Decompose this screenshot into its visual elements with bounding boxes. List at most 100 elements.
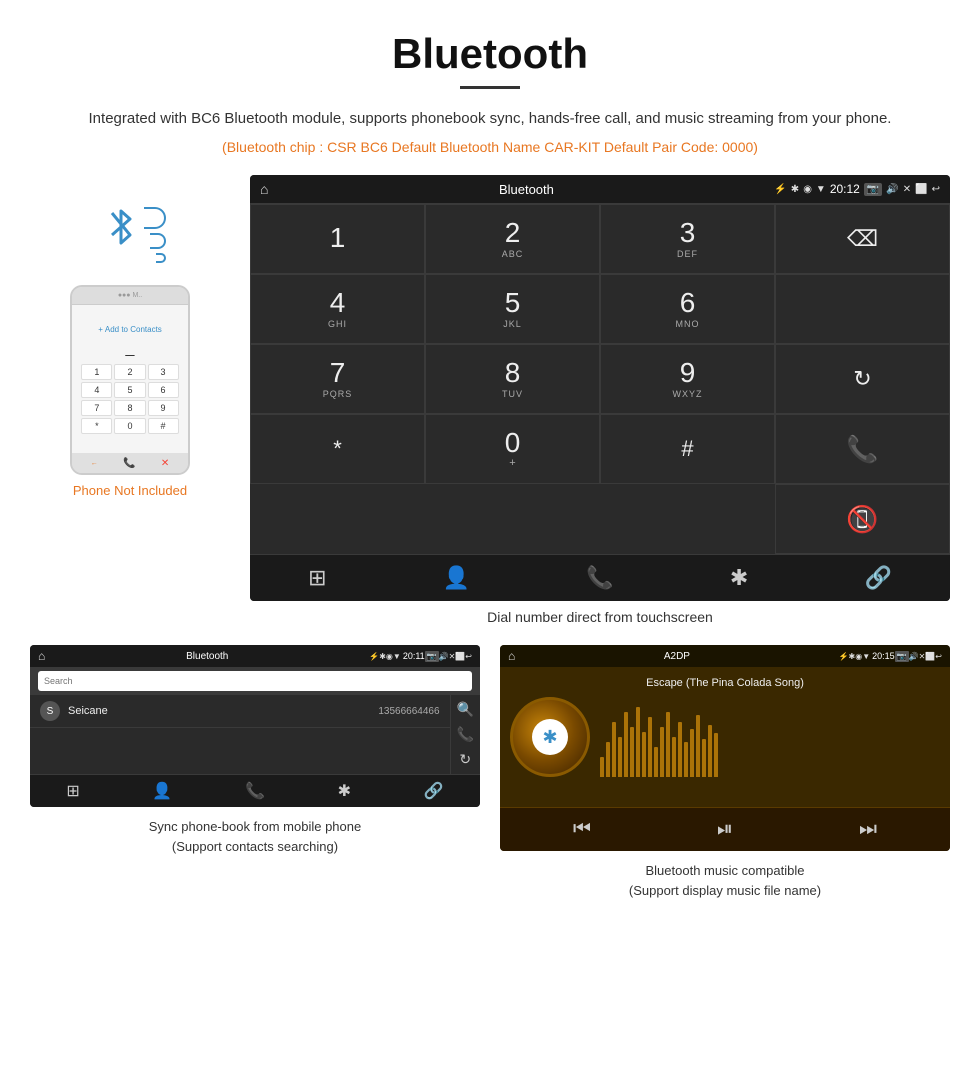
home-icon[interactable]: ⌂ (260, 181, 268, 197)
phone-bottom-bar: ← 📞 ✕ (72, 453, 188, 473)
music-status-bar: ⌂ A2DP ⚡ ✱ ◉ ▼ 20:15 📷 🔊 ✕ ⬜ ↩ (500, 645, 950, 667)
eq-bar (690, 729, 694, 777)
dial-key-2[interactable]: 2 ABC (425, 204, 600, 274)
pb-nav-link-icon[interactable]: 🔗 (424, 781, 444, 801)
pb-refresh-action-icon[interactable]: ↻ (459, 751, 471, 768)
pb-vol-icon[interactable]: 🔊 (439, 652, 449, 661)
phonebook-status-bar: ⌂ Bluetooth ⚡ ✱ ◉ ▼ 20:11 📷 🔊 ✕ ⬜ ↩ (30, 645, 480, 667)
eq-bar (648, 717, 652, 777)
pb-nav-person-icon[interactable]: 👤 (152, 781, 172, 801)
phone-not-included-label: Phone Not Included (73, 483, 187, 498)
dial-num-4: 4 (330, 289, 346, 317)
phone-section: ●●● M.. + Add to Contacts _ 1 2 3 4 5 6 … (30, 175, 230, 498)
dial-key-refresh[interactable]: ↻ (775, 344, 950, 414)
close-icon[interactable]: ✕ (903, 184, 911, 195)
phone-keypad: 1 2 3 4 5 6 7 8 9 * 0 # (81, 364, 178, 434)
music-play-pause-button[interactable]: ⏯ (717, 818, 733, 841)
usb-icon: ⚡ (774, 184, 786, 195)
nav-person-icon[interactable]: 👤 (443, 565, 470, 591)
dial-key-star[interactable]: * (250, 414, 425, 484)
phonebook-side-actions: 🔍 📞 ↻ (450, 695, 480, 774)
dial-key-endcall[interactable]: 📵 (775, 484, 950, 554)
pb-home-icon[interactable]: ⌂ (38, 649, 45, 663)
volume-icon[interactable]: 🔊 (886, 184, 898, 195)
music-camera-icon[interactable]: 📷 (895, 651, 909, 662)
nav-link-icon[interactable]: 🔗 (864, 565, 891, 591)
music-next-button[interactable]: ⏭ (859, 818, 877, 841)
pb-time: 20:11 (403, 651, 425, 661)
nav-bluetooth-icon[interactable]: ✱ (730, 565, 748, 591)
dial-key-1[interactable]: 1 (250, 204, 425, 274)
camera-icon[interactable]: 📷 (864, 183, 882, 196)
dial-key-5[interactable]: 5 JKL (425, 274, 600, 344)
music-song-title: Escape (The Pina Colada Song) (646, 677, 804, 689)
back-icon[interactable]: ↩ (932, 184, 940, 195)
car-main-screen: ⌂ Bluetooth ⚡ ✱ ◉ ▼ 20:12 📷 🔊 ✕ ⬜ ↩ (250, 175, 950, 601)
phone-back-button: ← (91, 460, 98, 467)
pb-close-icon[interactable]: ✕ (449, 652, 456, 661)
music-win-icon[interactable]: ⬜ (925, 652, 935, 661)
pb-win-icon[interactable]: ⬜ (455, 652, 465, 661)
dial-key-6[interactable]: 6 MNO (600, 274, 775, 344)
pb-camera-icon[interactable]: 📷 (425, 651, 439, 662)
phone-key-5: 5 (114, 382, 145, 398)
pb-screen-title: Bluetooth (45, 651, 369, 662)
pb-nav-phone-icon[interactable]: 📞 (245, 781, 265, 801)
dial-key-7[interactable]: 7 PQRS (250, 344, 425, 414)
pb-nav-grid-icon[interactable]: ⊞ (66, 781, 79, 801)
phone-key-8: 8 (114, 400, 145, 416)
contact-seicane[interactable]: S Seicane 13566664466 (30, 695, 450, 728)
phonebook-caption: Sync phone-book from mobile phone (Suppo… (149, 817, 361, 856)
music-caption: Bluetooth music compatible (Support disp… (629, 861, 821, 900)
phone-top-bar: ●●● M.. (72, 287, 188, 305)
music-main-visual: ✱ (510, 697, 940, 777)
music-prev-button[interactable]: ⏮ (573, 818, 591, 841)
pb-bt-icon: ✱ (379, 652, 386, 661)
phone-key-7: 7 (81, 400, 112, 416)
contact-name: Seicane (68, 705, 370, 717)
bluetooth-status-icon: ✱ (791, 184, 799, 195)
eq-bar (642, 732, 646, 777)
music-screen-title: A2DP (515, 651, 838, 662)
dial-key-backspace[interactable]: ⌫ (775, 204, 950, 274)
bluetooth-symbol-icon (104, 203, 138, 253)
eq-bar (636, 707, 640, 777)
phone-key-2: 2 (114, 364, 145, 380)
dial-key-9[interactable]: 9 WXYZ (600, 344, 775, 414)
dial-key-hash[interactable]: # (600, 414, 775, 484)
phonebook-search-input[interactable] (38, 671, 472, 691)
phone-screen: + Add to Contacts _ 1 2 3 4 5 6 7 8 9 * … (72, 305, 188, 453)
dialpad-grid: 1 2 ABC 3 DEF ⌫ 4 GHI (250, 203, 950, 554)
music-vol-icon[interactable]: 🔊 (909, 652, 919, 661)
pb-nav-bt-icon[interactable]: ✱ (338, 781, 351, 801)
nav-phone-icon[interactable]: 📞 (586, 565, 613, 591)
eq-bar (714, 733, 718, 777)
phone-end-button: ✕ (161, 458, 169, 469)
dial-num-0: 0 (505, 429, 521, 457)
eq-bar (666, 712, 670, 777)
pb-call-action-icon[interactable]: 📞 (457, 726, 474, 743)
dial-key-8[interactable]: 8 TUV (425, 344, 600, 414)
dial-key-call[interactable]: 📞 (775, 414, 950, 484)
phonebook-screen: ⌂ Bluetooth ⚡ ✱ ◉ ▼ 20:11 📷 🔊 ✕ ⬜ ↩ (30, 645, 480, 807)
phone-key-9: 9 (148, 400, 179, 416)
bottom-panels: ⌂ Bluetooth ⚡ ✱ ◉ ▼ 20:11 📷 🔊 ✕ ⬜ ↩ (0, 645, 980, 930)
music-close-icon[interactable]: ✕ (919, 652, 926, 661)
pb-back-icon[interactable]: ↩ (465, 652, 472, 661)
nav-grid-icon[interactable]: ⊞ (308, 565, 326, 591)
music-back-icon[interactable]: ↩ (935, 652, 942, 661)
eq-bar (684, 742, 688, 777)
pb-loc-icon: ◉ (386, 652, 393, 661)
dial-key-0[interactable]: 0 + (425, 414, 600, 484)
phone-key-hash: # (148, 418, 179, 434)
music-home-icon[interactable]: ⌂ (508, 649, 515, 663)
screen-title: Bluetooth (278, 182, 774, 197)
dial-num-1: 1 (330, 224, 346, 252)
pb-search-action-icon[interactable]: 🔍 (457, 701, 474, 718)
dial-key-3[interactable]: 3 DEF (600, 204, 775, 274)
dial-letters-7: PQRS (323, 389, 353, 399)
music-screen: ⌂ A2DP ⚡ ✱ ◉ ▼ 20:15 📷 🔊 ✕ ⬜ ↩ Escape (T… (500, 645, 950, 851)
dial-key-4[interactable]: 4 GHI (250, 274, 425, 344)
eq-bar (606, 742, 610, 777)
window-icon[interactable]: ⬜ (915, 184, 927, 195)
